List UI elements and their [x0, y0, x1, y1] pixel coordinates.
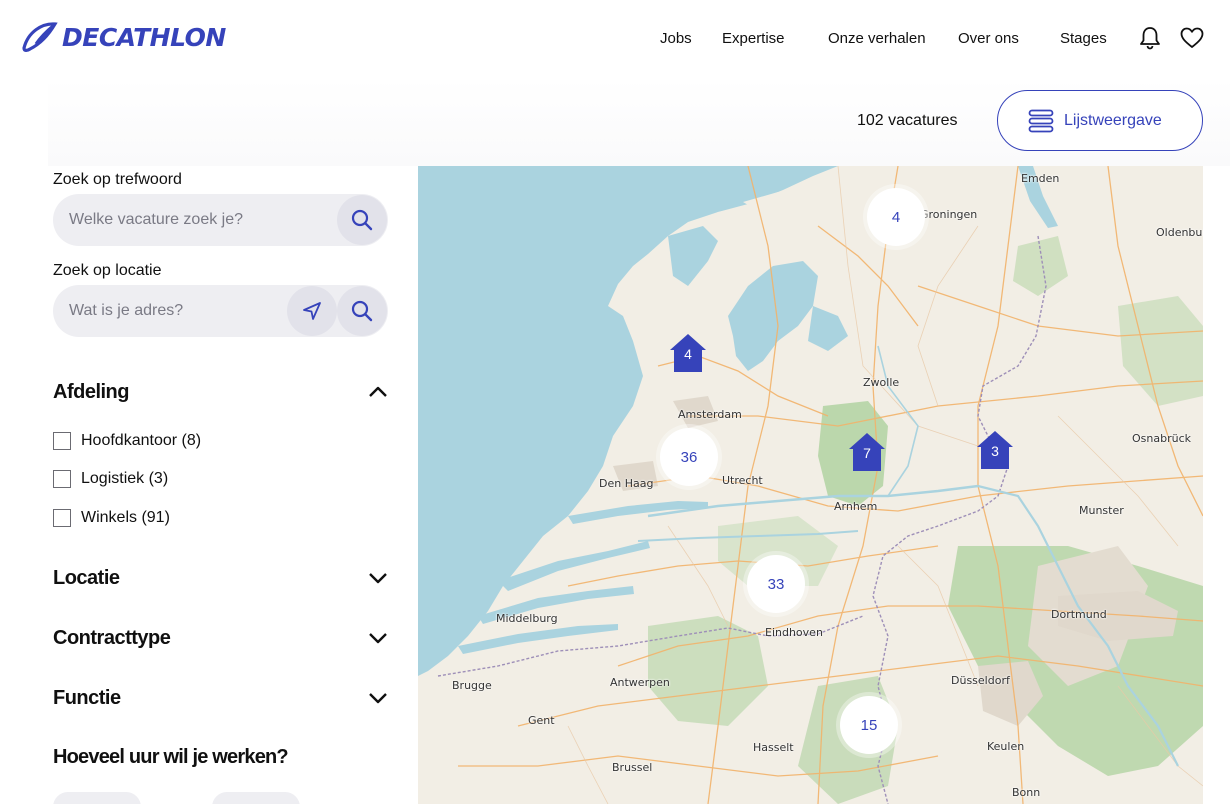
store-marker[interactable]: 3 [976, 430, 1014, 470]
city-label: Brugge [452, 679, 492, 692]
location-input[interactable] [69, 285, 269, 337]
city-label: Osnabrück [1132, 432, 1191, 445]
keyword-input[interactable] [69, 194, 289, 246]
city-label: Zwolle [863, 376, 900, 389]
map-base [418, 166, 1203, 804]
city-label: Düsseldorf [951, 674, 1010, 687]
nav-stories-label[interactable]: Onze verhalen [828, 30, 926, 47]
nav-jobs-label[interactable]: Jobs [660, 30, 692, 47]
nav-expertise-label[interactable]: Expertise [722, 30, 785, 47]
decathlon-logo[interactable]: DECATHLON [22, 22, 226, 52]
function-filter-title[interactable]: Functie [53, 687, 121, 710]
use-my-location-button[interactable] [287, 286, 337, 336]
city-label: Dortmund [1051, 608, 1107, 621]
list-view-label: Lijstweergave [1064, 111, 1162, 129]
nav-expertise[interactable]: Expertise [722, 30, 785, 47]
decathlon-swoosh-icon [22, 22, 58, 52]
list-icon [1028, 109, 1054, 132]
city-label: Amsterdam [678, 408, 742, 421]
chevron-down-icon[interactable] [367, 687, 389, 709]
nav-internships-label[interactable]: Stages [1060, 30, 1107, 47]
chevron-up-icon[interactable] [367, 381, 389, 403]
map-cluster[interactable]: 36 [660, 428, 718, 486]
city-label: Bonn [1012, 786, 1041, 799]
search-icon [351, 209, 373, 231]
hours-option[interactable] [212, 792, 300, 804]
city-label: Middelburg [496, 612, 558, 625]
nav-about[interactable]: Over ons [958, 30, 1019, 47]
checkbox[interactable] [53, 509, 71, 527]
location-search [53, 285, 388, 337]
map-cluster[interactable]: 15 [840, 696, 898, 754]
location-filter-title[interactable]: Locatie [53, 567, 120, 590]
city-label: Utrecht [722, 474, 763, 487]
list-view-button[interactable]: Lijstweergave [997, 90, 1203, 151]
department-option-stores[interactable]: Winkels (91) [53, 509, 170, 527]
city-label: Den Haag [599, 477, 654, 490]
department-option-headoffice[interactable]: Hoofdkantoor (8) [53, 432, 201, 450]
city-label: Emden [1021, 172, 1060, 185]
store-marker[interactable]: 4 [669, 333, 707, 373]
store-marker[interactable]: 7 [848, 432, 886, 472]
city-label: Eindhoven [765, 626, 823, 639]
option-label: Hoofdkantoor (8) [81, 432, 202, 449]
search-icon [351, 300, 373, 322]
keyword-search [53, 194, 388, 246]
option-label: Winkels (91) [81, 509, 170, 526]
keyword-label: Zoek op trefwoord [53, 171, 182, 188]
vacancy-map[interactable]: Emden Groningen Oldenburg Zwolle Amsterd… [418, 166, 1203, 804]
city-label: Brussel [612, 761, 653, 774]
hours-filter-title: Hoeveel uur wil je werken? [53, 746, 289, 768]
store-marker-count: 4 [684, 346, 692, 362]
location-search-button[interactable] [337, 286, 387, 336]
nav-jobs[interactable]: Jobs [660, 30, 692, 47]
nav-about-label[interactable]: Over ons [958, 30, 1019, 47]
city-label: Gent [528, 714, 555, 727]
chevron-down-icon[interactable] [367, 567, 389, 589]
store-marker-count: 3 [991, 443, 999, 459]
city-label: Groningen [920, 208, 978, 221]
chevron-down-icon[interactable] [367, 627, 389, 649]
city-label: Hasselt [753, 741, 794, 754]
city-label: Antwerpen [610, 676, 670, 689]
checkbox[interactable] [53, 470, 71, 488]
city-label: Keulen [987, 740, 1025, 753]
site-header: DECATHLON Jobs Expertise Onze verhalen O… [0, 0, 1230, 78]
map-cluster[interactable]: 4 [867, 188, 925, 246]
nav-internships[interactable]: Stages [1060, 30, 1107, 47]
hours-option[interactable] [53, 792, 141, 804]
department-filter-title[interactable]: Afdeling [53, 381, 130, 404]
city-label: Oldenburg [1156, 226, 1203, 239]
location-arrow-icon [303, 302, 321, 320]
city-label: Munster [1079, 504, 1124, 517]
checkbox[interactable] [53, 432, 71, 450]
nav-stories[interactable]: Onze verhalen [828, 30, 926, 47]
department-option-logistics[interactable]: Logistiek (3) [53, 470, 168, 488]
keyword-search-button[interactable] [337, 195, 387, 245]
option-label: Logistiek (3) [81, 470, 169, 487]
location-label: Zoek op locatie [53, 262, 162, 279]
brand-name: DECATHLON [62, 22, 226, 52]
store-marker-count: 7 [863, 445, 871, 461]
city-label: Arnhem [834, 500, 878, 513]
heart-icon[interactable] [1179, 25, 1205, 51]
map-cluster[interactable]: 33 [747, 555, 805, 613]
vacancy-count: 102 vacatures [857, 112, 958, 129]
contract-filter-title[interactable]: Contracttype [53, 627, 171, 650]
bell-icon[interactable] [1137, 25, 1163, 51]
